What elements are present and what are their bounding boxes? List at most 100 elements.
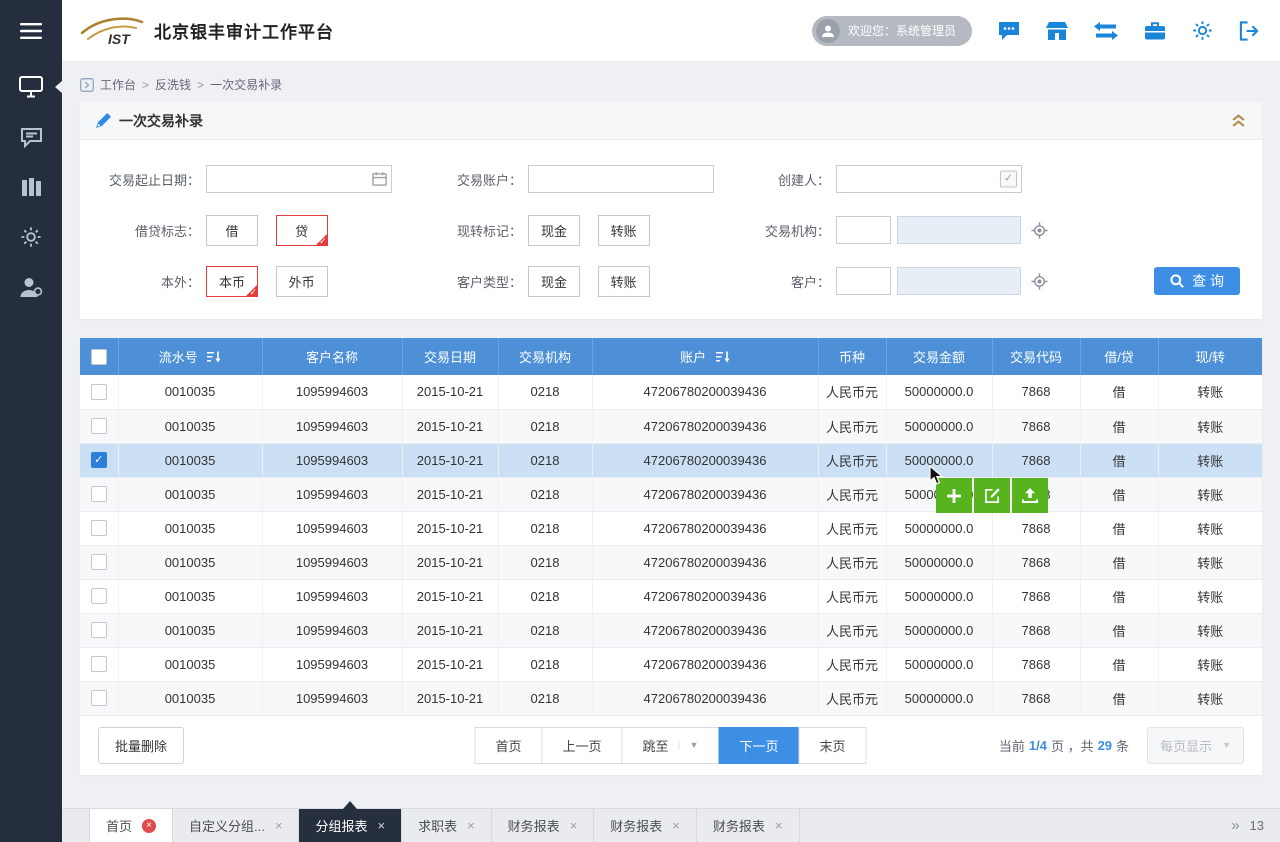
customer-type-option-transfer[interactable]: 转账 xyxy=(598,266,650,297)
table-row[interactable]: 001003510959946032015-10-210218472067802… xyxy=(80,375,1262,409)
tab-close-icon[interactable]: × xyxy=(570,818,578,833)
tab-close-icon[interactable]: × xyxy=(275,818,283,833)
calendar-icon[interactable] xyxy=(372,172,387,187)
sidebar-item-settings[interactable] xyxy=(0,212,62,262)
jump-to-select[interactable]: 跳至 ▼ xyxy=(622,727,720,764)
tab-close-icon[interactable]: × xyxy=(377,818,385,833)
org-code-input[interactable] xyxy=(836,216,891,244)
table-row[interactable]: 001003510959946032015-10-210218472067802… xyxy=(80,511,1262,545)
prev-page-button[interactable]: 上一页 xyxy=(542,727,623,764)
table-row[interactable]: 001003510959946032015-10-210218472067802… xyxy=(80,681,1262,715)
select-all-checkbox[interactable] xyxy=(91,349,107,365)
customer-target-button[interactable] xyxy=(1031,273,1048,290)
col-header-code[interactable]: 交易代码 xyxy=(992,338,1080,375)
tab-job-table[interactable]: 求职表 × xyxy=(402,809,492,842)
table-cell: 47206780200039436 xyxy=(592,443,818,477)
customer-code-input[interactable] xyxy=(836,267,891,295)
tab-finance-report-1[interactable]: 财务报表 × xyxy=(492,809,595,842)
transfer-button[interactable] xyxy=(1094,22,1118,40)
next-page-button[interactable]: 下一页 xyxy=(718,727,799,764)
add-row-button[interactable] xyxy=(936,478,972,513)
table-row[interactable]: 001003510959946032015-10-210218472067802… xyxy=(80,409,1262,443)
sidebar-item-messages[interactable] xyxy=(0,112,62,162)
app-title: 北京银丰审计工作平台 xyxy=(154,18,334,43)
tab-label: 求职表 xyxy=(418,816,457,835)
tab-group-report[interactable]: 分组报表 × xyxy=(299,809,402,842)
tab-close-icon[interactable]: × xyxy=(672,818,680,833)
row-checkbox[interactable] xyxy=(91,486,107,502)
tab-finance-report-2[interactable]: 财务报表 × xyxy=(594,809,697,842)
sidebar-item-workbench[interactable] xyxy=(0,62,62,112)
loan-option-credit[interactable]: 贷 xyxy=(276,215,328,246)
settings-button[interactable] xyxy=(1192,20,1213,41)
loan-option-debit[interactable]: 借 xyxy=(206,215,258,246)
cash-mark-option-cash[interactable]: 现金 xyxy=(528,215,580,246)
edit-row-button[interactable] xyxy=(974,478,1010,513)
col-header-cashflag[interactable]: 现/转 xyxy=(1158,338,1262,375)
row-checkbox[interactable] xyxy=(91,690,107,706)
col-header-account[interactable]: 账户 xyxy=(592,338,818,375)
col-header-currency[interactable]: 币种 xyxy=(818,338,886,375)
tab-finance-report-3[interactable]: 财务报表 × xyxy=(697,809,800,842)
tab-close-icon[interactable]: × xyxy=(775,818,783,833)
col-header-customer[interactable]: 客户名称 xyxy=(262,338,402,375)
first-page-button[interactable]: 首页 xyxy=(475,727,543,764)
sort-icon[interactable] xyxy=(716,351,730,363)
row-checkbox[interactable]: ✓ xyxy=(91,452,107,468)
row-checkbox[interactable] xyxy=(91,588,107,604)
row-checkbox[interactable] xyxy=(91,656,107,672)
briefcase-button[interactable] xyxy=(1144,21,1166,41)
sidebar-item-library[interactable] xyxy=(0,162,62,212)
col-header-serial[interactable]: 流水号 xyxy=(118,338,262,375)
logout-button[interactable] xyxy=(1239,21,1260,41)
creator-check-icon[interactable]: ✓ xyxy=(1000,171,1017,188)
breadcrumb-item-workbench[interactable]: 工作台 xyxy=(100,76,136,93)
row-checkbox[interactable] xyxy=(91,622,107,638)
col-header-date[interactable]: 交易日期 xyxy=(402,338,498,375)
customer-type-option-cash[interactable]: 现金 xyxy=(528,266,580,297)
creator-input[interactable] xyxy=(836,165,1022,193)
upload-row-button[interactable] xyxy=(1012,478,1048,513)
main-content: 工作台 > 反洗钱 > 一次交易补录 一次交易补录 交易起止日期： xyxy=(62,63,1280,808)
per-page-select[interactable]: 每页显示 ▼ xyxy=(1147,727,1244,764)
tab-home[interactable]: 首页 × xyxy=(90,809,173,842)
table-row[interactable]: 001003510959946032015-10-210218472067802… xyxy=(80,579,1262,613)
collapse-panel-button[interactable] xyxy=(1231,114,1246,127)
org-target-button[interactable] xyxy=(1031,222,1048,239)
table-row[interactable]: 001003510959946032015-10-210218472067802… xyxy=(80,477,1262,511)
pager: 首页 上一页 跳至 ▼ 下一页 末页 xyxy=(476,727,867,764)
col-header-amount[interactable]: 交易金额 xyxy=(886,338,992,375)
table-row[interactable]: 001003510959946032015-10-210218472067802… xyxy=(80,613,1262,647)
last-page-button[interactable]: 末页 xyxy=(798,727,866,764)
col-header-loanflag[interactable]: 借/贷 xyxy=(1080,338,1158,375)
row-checkbox[interactable] xyxy=(91,384,107,400)
account-input[interactable] xyxy=(528,165,714,193)
menu-toggle-button[interactable] xyxy=(0,0,62,62)
table-cell: 借 xyxy=(1080,443,1158,477)
tab-custom-group[interactable]: 自定义分组... × xyxy=(173,809,299,842)
table-row[interactable]: 001003510959946032015-10-210218472067802… xyxy=(80,545,1262,579)
store-button[interactable] xyxy=(1046,21,1068,41)
table-row[interactable]: ✓001003510959946032015-10-21021847206780… xyxy=(80,443,1262,477)
tab-close-icon[interactable]: × xyxy=(467,818,475,833)
table-cell: 47206780200039436 xyxy=(592,579,818,613)
row-checkbox[interactable] xyxy=(91,418,107,434)
cash-mark-option-transfer[interactable]: 转账 xyxy=(598,215,650,246)
batch-delete-button[interactable]: 批量删除 xyxy=(98,727,184,764)
search-button[interactable]: 查 询 xyxy=(1154,267,1240,295)
sort-icon[interactable] xyxy=(207,351,221,363)
tabs-overflow-button[interactable]: » 13 xyxy=(1215,809,1280,842)
currency-option-local[interactable]: 本币 xyxy=(206,266,258,297)
user-welcome-pill[interactable]: 欢迎您：系统管理员 xyxy=(812,16,972,46)
currency-option-foreign[interactable]: 外币 xyxy=(276,266,328,297)
breadcrumb-item-aml[interactable]: 反洗钱 xyxy=(155,76,191,93)
chat-button[interactable] xyxy=(998,21,1020,41)
row-checkbox[interactable] xyxy=(91,554,107,570)
sidebar-item-user-admin[interactable] xyxy=(0,262,62,312)
table-row[interactable]: 001003510959946032015-10-210218472067802… xyxy=(80,647,1262,681)
row-checkbox[interactable] xyxy=(91,520,107,536)
col-header-org[interactable]: 交易机构 xyxy=(498,338,592,375)
filter-panel: 一次交易补录 交易起止日期： 交易账户： xyxy=(80,102,1262,319)
tab-close-icon[interactable]: × xyxy=(142,819,156,833)
date-range-input[interactable] xyxy=(206,165,392,193)
